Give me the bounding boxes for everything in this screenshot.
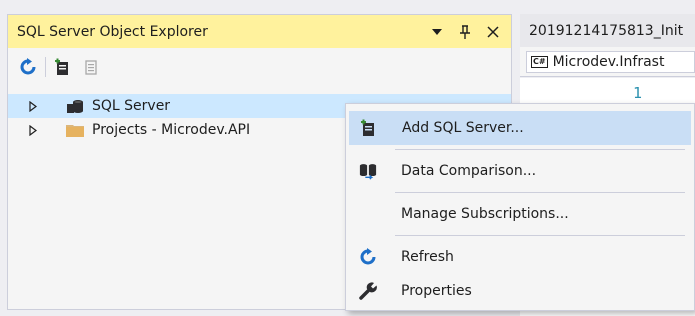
context-menu: Add SQL Server... Data Comparison... Man…: [345, 103, 695, 311]
toolbar-separator: [45, 57, 46, 77]
dropdown-icon[interactable]: [429, 24, 445, 40]
folder-icon: [66, 122, 84, 138]
navigation-bar: C# Microdev.Infrast: [520, 47, 695, 77]
sql-server-icon: [66, 98, 84, 114]
document-tab[interactable]: 20191214175813_Init: [520, 14, 695, 47]
menu-item-label: Refresh: [401, 249, 454, 265]
tree-item-label: Projects - Microdev.API: [92, 122, 251, 138]
refresh-icon[interactable]: [17, 56, 39, 78]
menu-separator: [395, 149, 685, 150]
project-dropdown[interactable]: C# Microdev.Infrast: [526, 50, 695, 73]
panel-toolbar: [8, 48, 511, 86]
expand-arrow-icon[interactable]: [28, 100, 38, 112]
menu-item-add-sql-server[interactable]: Add SQL Server...: [349, 111, 691, 145]
project-dropdown-label: Microdev.Infrast: [552, 53, 665, 70]
line-number: 1: [633, 84, 643, 102]
menu-item-properties[interactable]: Properties: [349, 274, 691, 308]
document-tab-title: 20191214175813_Init: [529, 22, 684, 39]
pin-icon[interactable]: [457, 24, 473, 40]
add-sql-server-icon: [360, 119, 378, 137]
refresh-icon: [359, 248, 377, 266]
wrench-icon: [359, 282, 377, 300]
menu-separator: [395, 235, 685, 236]
tree-item-label: SQL Server: [92, 98, 171, 114]
expand-arrow-icon[interactable]: [28, 124, 38, 136]
panel-title-icons: [429, 15, 501, 48]
menu-separator: [395, 192, 685, 193]
menu-item-data-comparison[interactable]: Data Comparison...: [349, 154, 691, 188]
data-comparison-icon: [359, 162, 377, 180]
csharp-project-icon: C#: [531, 55, 548, 68]
add-sql-server-icon[interactable]: [52, 56, 74, 78]
menu-item-label: Properties: [401, 283, 472, 299]
ide-frame: SQL Server Object Explorer SQL Server Pr…: [0, 0, 695, 316]
close-icon[interactable]: [485, 24, 501, 40]
menu-item-label: Add SQL Server...: [402, 120, 524, 136]
menu-item-manage-subscriptions[interactable]: Manage Subscriptions...: [349, 197, 691, 231]
menu-item-label: Data Comparison...: [401, 163, 537, 179]
disabled-filter-icon: [80, 56, 102, 78]
menu-item-label: Manage Subscriptions...: [401, 206, 569, 222]
panel-title: SQL Server Object Explorer: [17, 23, 208, 40]
panel-title-bar: SQL Server Object Explorer: [8, 15, 511, 48]
menu-item-refresh[interactable]: Refresh: [349, 240, 691, 274]
